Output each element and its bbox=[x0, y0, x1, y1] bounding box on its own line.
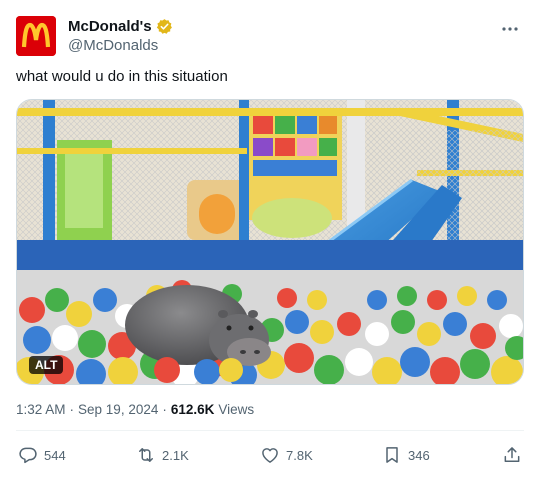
tweet-media-photo[interactable]: ALT bbox=[16, 99, 524, 385]
heart-icon bbox=[262, 448, 278, 463]
views-count[interactable]: 612.6K bbox=[171, 402, 215, 417]
meta-separator-2: · bbox=[162, 402, 167, 417]
name-row: McDonald's bbox=[68, 18, 173, 35]
bookmark-button[interactable]: 346 bbox=[382, 443, 430, 467]
ball-pit-photo bbox=[17, 100, 523, 384]
reply-icon bbox=[19, 447, 37, 464]
mcdonalds-logo-icon bbox=[16, 16, 56, 56]
like-button[interactable]: 7.8K bbox=[260, 443, 313, 467]
share-icon bbox=[504, 447, 520, 462]
bookmark-icon bbox=[386, 447, 398, 463]
divider bbox=[16, 430, 524, 431]
views-label: Views bbox=[218, 402, 255, 417]
reply-button[interactable]: 544 bbox=[18, 443, 66, 467]
handle[interactable]: @McDonalds bbox=[68, 37, 158, 54]
like-count: 7.8K bbox=[286, 447, 313, 463]
tweet-text: what would u do in this situation bbox=[16, 68, 228, 85]
action-bar: 544 2.1K 7.8K 346 bbox=[18, 443, 522, 467]
repost-button[interactable]: 2.1K bbox=[136, 443, 189, 467]
repost-icon bbox=[139, 448, 153, 462]
more-icon[interactable] bbox=[498, 20, 522, 38]
tweet-header: McDonald's @McDonalds bbox=[16, 16, 524, 60]
verified-badge-icon bbox=[156, 19, 172, 34]
tweet-time[interactable]: 1:32 AM bbox=[16, 402, 66, 417]
meta-separator: · bbox=[69, 402, 75, 417]
tweet-meta: 1:32 AM · Sep 19, 2024 · 612.6K Views bbox=[16, 402, 254, 417]
display-name[interactable]: McDonald's bbox=[68, 18, 152, 35]
tweet-date[interactable]: Sep 19, 2024 bbox=[78, 402, 158, 417]
bookmark-count: 346 bbox=[408, 447, 430, 463]
reply-count: 544 bbox=[44, 447, 66, 463]
repost-count: 2.1K bbox=[162, 447, 189, 463]
alt-text-badge[interactable]: ALT bbox=[29, 356, 64, 374]
avatar[interactable] bbox=[16, 16, 56, 56]
share-button[interactable] bbox=[502, 443, 522, 467]
